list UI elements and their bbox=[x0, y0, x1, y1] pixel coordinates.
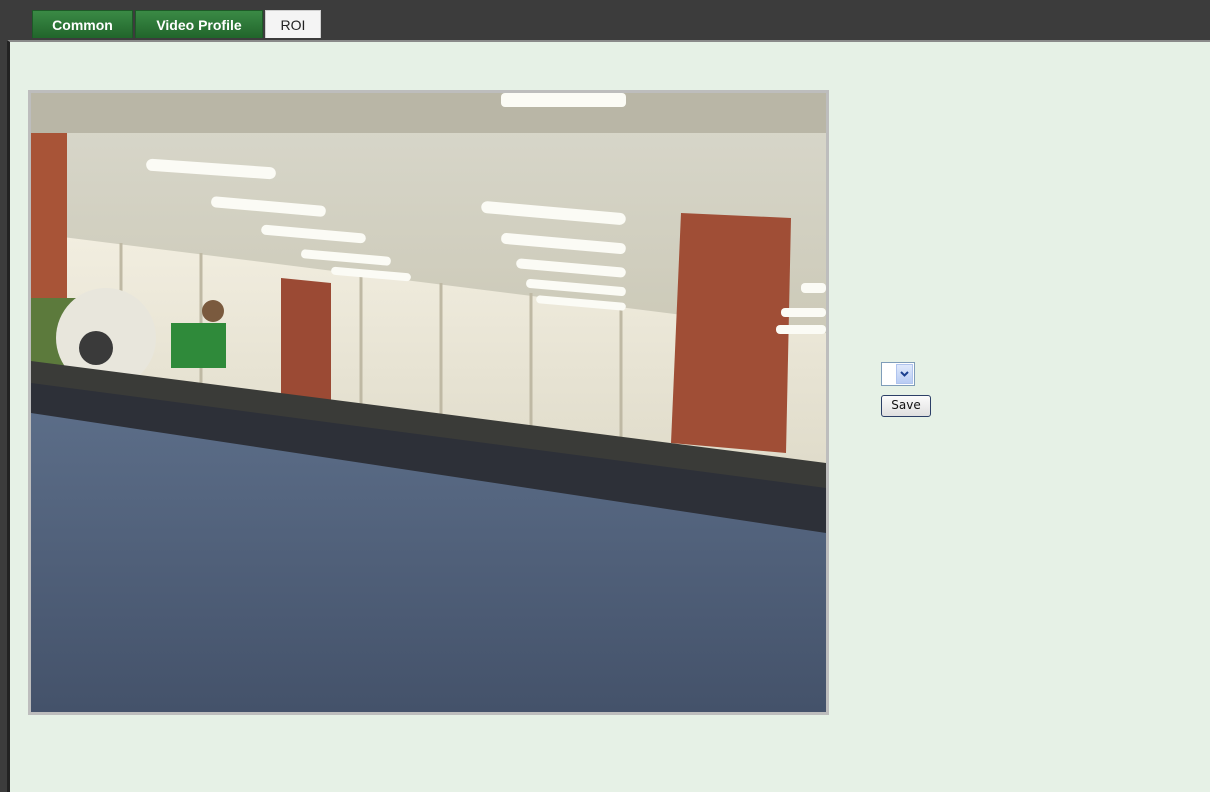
video-preview[interactable] bbox=[28, 90, 829, 715]
top-bar: Common Video Profile ROI bbox=[0, 0, 1210, 40]
roi-select[interactable] bbox=[881, 362, 915, 386]
tab-bar: Common Video Profile ROI bbox=[32, 10, 323, 39]
save-button[interactable]: Save bbox=[881, 395, 931, 417]
tab-video-profile[interactable]: Video Profile bbox=[135, 10, 263, 38]
tab-common[interactable]: Common bbox=[32, 10, 133, 38]
tab-roi[interactable]: ROI bbox=[265, 10, 321, 38]
chevron-down-icon[interactable] bbox=[896, 364, 913, 384]
